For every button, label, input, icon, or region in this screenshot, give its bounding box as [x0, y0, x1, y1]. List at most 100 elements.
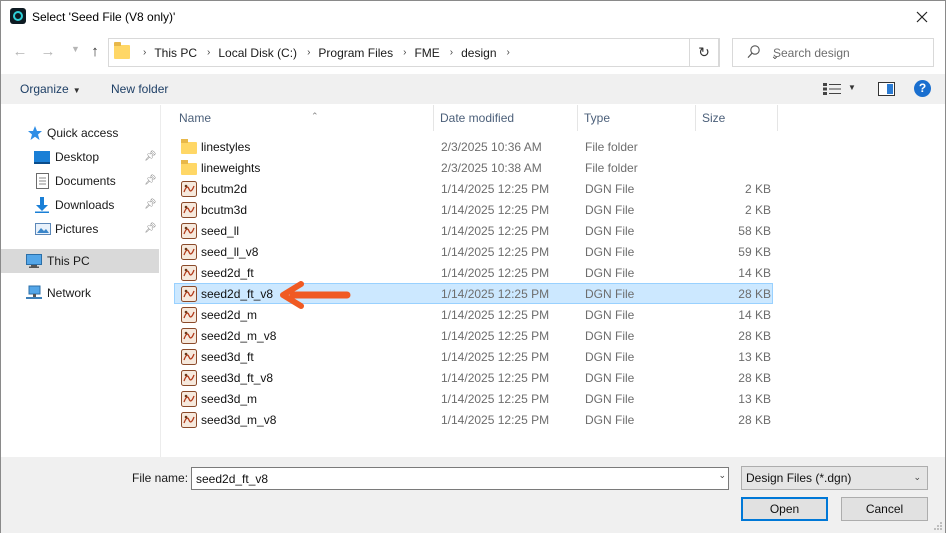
recent-locations-button[interactable]: ▼: [71, 44, 80, 54]
up-button[interactable]: ↑: [86, 42, 104, 62]
file-type-cell: DGN File: [585, 308, 635, 322]
chevron-right-icon[interactable]: ›: [207, 47, 210, 58]
dgn-file-icon: [181, 307, 197, 323]
sidebar-item-label: This PC: [47, 254, 90, 268]
dialog-footer: File name: ⌄ Design Files (*.dgn) ⌄ Open…: [1, 457, 945, 533]
dgn-file-icon: [181, 244, 197, 260]
chevron-right-icon[interactable]: ›: [507, 47, 510, 58]
dgn-file-icon: [181, 265, 197, 281]
breadcrumb-item-local-disk[interactable]: Local Disk (C:): [218, 46, 297, 60]
sidebar-item-downloads[interactable]: Downloads 📌︎: [1, 193, 159, 217]
file-row[interactable]: seed2d_m_v8 1/14/2025 12:25 PM DGN File 28 …: [174, 325, 773, 346]
file-size-cell: 28 KB: [738, 371, 771, 385]
file-row[interactable]: seed2d_ft_v8 1/14/2025 12:25 PM DGN File 28…: [174, 283, 773, 304]
file-name-cell: seed3d_m: [201, 392, 258, 406]
column-header-date[interactable]: Date modified: [434, 105, 578, 131]
file-row[interactable]: lineweights 2/3/2025 10:38 AM File folder: [174, 157, 773, 178]
date-modified-cell: 1/14/2025 12:25 PM: [441, 350, 550, 364]
file-size-cell: 59 KB: [738, 245, 771, 259]
file-row[interactable]: seed3d_ft 1/14/2025 12:25 PM DGN File 13 KB: [174, 346, 773, 367]
file-type-select[interactable]: Design Files (*.dgn) ⌄: [741, 466, 928, 490]
resize-grip-icon[interactable]: [933, 521, 943, 531]
breadcrumb-item-fme[interactable]: FME: [414, 46, 439, 60]
search-placeholder: Search design: [773, 46, 850, 60]
sidebar-item-pictures[interactable]: Pictures 📌︎: [1, 217, 159, 241]
file-name-combobox[interactable]: ⌄: [191, 467, 729, 490]
new-folder-button[interactable]: New folder: [111, 82, 168, 96]
file-dialog-window: Select 'Seed File (V8 only)' ← → ▼ ↑ › T…: [0, 0, 946, 533]
file-name-cell: lineweights: [201, 161, 261, 175]
column-header-type[interactable]: Type: [578, 105, 696, 131]
file-size-cell: 14 KB: [738, 266, 771, 280]
refresh-button[interactable]: ↻: [689, 38, 719, 67]
file-row[interactable]: bcutm3d 1/14/2025 12:25 PM DGN File 2 KB: [174, 199, 773, 220]
column-header-name[interactable]: Name ⌃: [173, 105, 434, 131]
file-name-input[interactable]: [192, 468, 702, 489]
chevron-right-icon[interactable]: ›: [403, 47, 406, 58]
breadcrumb-item-this-pc[interactable]: This PC: [154, 46, 197, 60]
app-icon: [10, 8, 26, 24]
file-row[interactable]: seed3d_m_v8 1/14/2025 12:25 PM DGN File 28 …: [174, 409, 773, 430]
cancel-button[interactable]: Cancel: [841, 497, 928, 521]
pin-icon: 📌︎: [144, 175, 157, 186]
file-name-cell: seed3d_ft: [201, 350, 254, 364]
file-name-cell: seed2d_ft_v8: [201, 287, 274, 301]
file-name-cell: seed2d_m_v8: [201, 329, 277, 343]
dgn-file-icon: [181, 412, 197, 428]
date-modified-cell: 1/14/2025 12:25 PM: [441, 224, 550, 238]
back-button[interactable]: ←: [11, 42, 29, 62]
forward-button[interactable]: →: [39, 42, 57, 62]
dgn-file-icon: [181, 286, 197, 302]
pin-icon: 📌︎: [144, 151, 157, 162]
preview-pane-icon[interactable]: [878, 82, 895, 96]
breadcrumb-item-design[interactable]: design: [461, 46, 496, 60]
file-name-cell: seed_ll_v8: [201, 245, 259, 259]
sidebar-item-network[interactable]: Network: [1, 281, 159, 305]
sidebar-item-documents[interactable]: Documents 📌︎: [1, 169, 159, 193]
organize-button[interactable]: Organize ▼: [20, 82, 81, 96]
file-row[interactable]: seed3d_m 1/14/2025 12:25 PM DGN File 13 KB: [174, 388, 773, 409]
file-type-cell: DGN File: [585, 329, 635, 343]
view-options-icon[interactable]: [823, 83, 841, 95]
column-header-size[interactable]: Size: [696, 105, 778, 131]
sidebar-item-quick-access[interactable]: Quick access: [1, 121, 159, 145]
file-type-cell: DGN File: [585, 182, 635, 196]
date-modified-cell: 1/14/2025 12:25 PM: [441, 287, 550, 301]
file-row[interactable]: seed2d_ft 1/14/2025 12:25 PM DGN File 14 KB: [174, 262, 773, 283]
file-row[interactable]: seed_ll 1/14/2025 12:25 PM DGN File 58 KB: [174, 220, 773, 241]
chevron-right-icon[interactable]: ›: [307, 47, 310, 58]
dgn-file-icon: [181, 349, 197, 365]
folder-icon: [114, 42, 130, 59]
help-icon[interactable]: ?: [914, 80, 931, 97]
file-name-label: File name:: [132, 471, 189, 485]
file-size-cell: 13 KB: [738, 350, 771, 364]
file-row[interactable]: linestyles 2/3/2025 10:36 AM File folder: [174, 136, 773, 157]
download-icon: [35, 197, 49, 213]
title-bar[interactable]: Select 'Seed File (V8 only)': [1, 1, 945, 32]
open-button[interactable]: Open: [741, 497, 828, 521]
close-button[interactable]: [899, 1, 945, 32]
address-bar[interactable]: › This PC › Local Disk (C:) › Program Fi…: [108, 38, 779, 67]
breadcrumb-item-program-files[interactable]: Program Files: [318, 46, 393, 60]
chevron-down-icon[interactable]: ⌄: [718, 470, 726, 481]
dgn-file-icon: [181, 181, 197, 197]
file-row[interactable]: seed2d_m 1/14/2025 12:25 PM DGN File 14 KB: [174, 304, 773, 325]
file-type-cell: File folder: [585, 140, 638, 154]
sidebar-item-this-pc[interactable]: This PC: [1, 249, 159, 273]
file-name-cell: seed3d_m_v8: [201, 413, 277, 427]
chevron-right-icon[interactable]: ›: [450, 47, 453, 58]
file-row[interactable]: seed3d_ft_v8 1/14/2025 12:25 PM DGN File 28…: [174, 367, 773, 388]
sidebar-item-desktop[interactable]: Desktop 📌︎: [1, 145, 159, 169]
folder-icon: [181, 160, 197, 175]
star-icon: [28, 126, 42, 140]
sidebar-item-label: Network: [47, 286, 92, 300]
view-options-dropdown[interactable]: ▼: [848, 83, 856, 92]
search-input[interactable]: Search design: [732, 38, 934, 67]
file-name-cell: seed_ll: [201, 224, 240, 238]
sidebar-item-label: Documents: [55, 174, 116, 188]
file-row[interactable]: seed_ll_v8 1/14/2025 12:25 PM DGN File 59 K…: [174, 241, 773, 262]
date-modified-cell: 1/14/2025 12:25 PM: [441, 308, 550, 322]
file-row[interactable]: bcutm2d 1/14/2025 12:25 PM DGN File 2 KB: [174, 178, 773, 199]
chevron-down-icon: ⌄: [913, 472, 921, 482]
dgn-file-icon: [181, 223, 197, 239]
